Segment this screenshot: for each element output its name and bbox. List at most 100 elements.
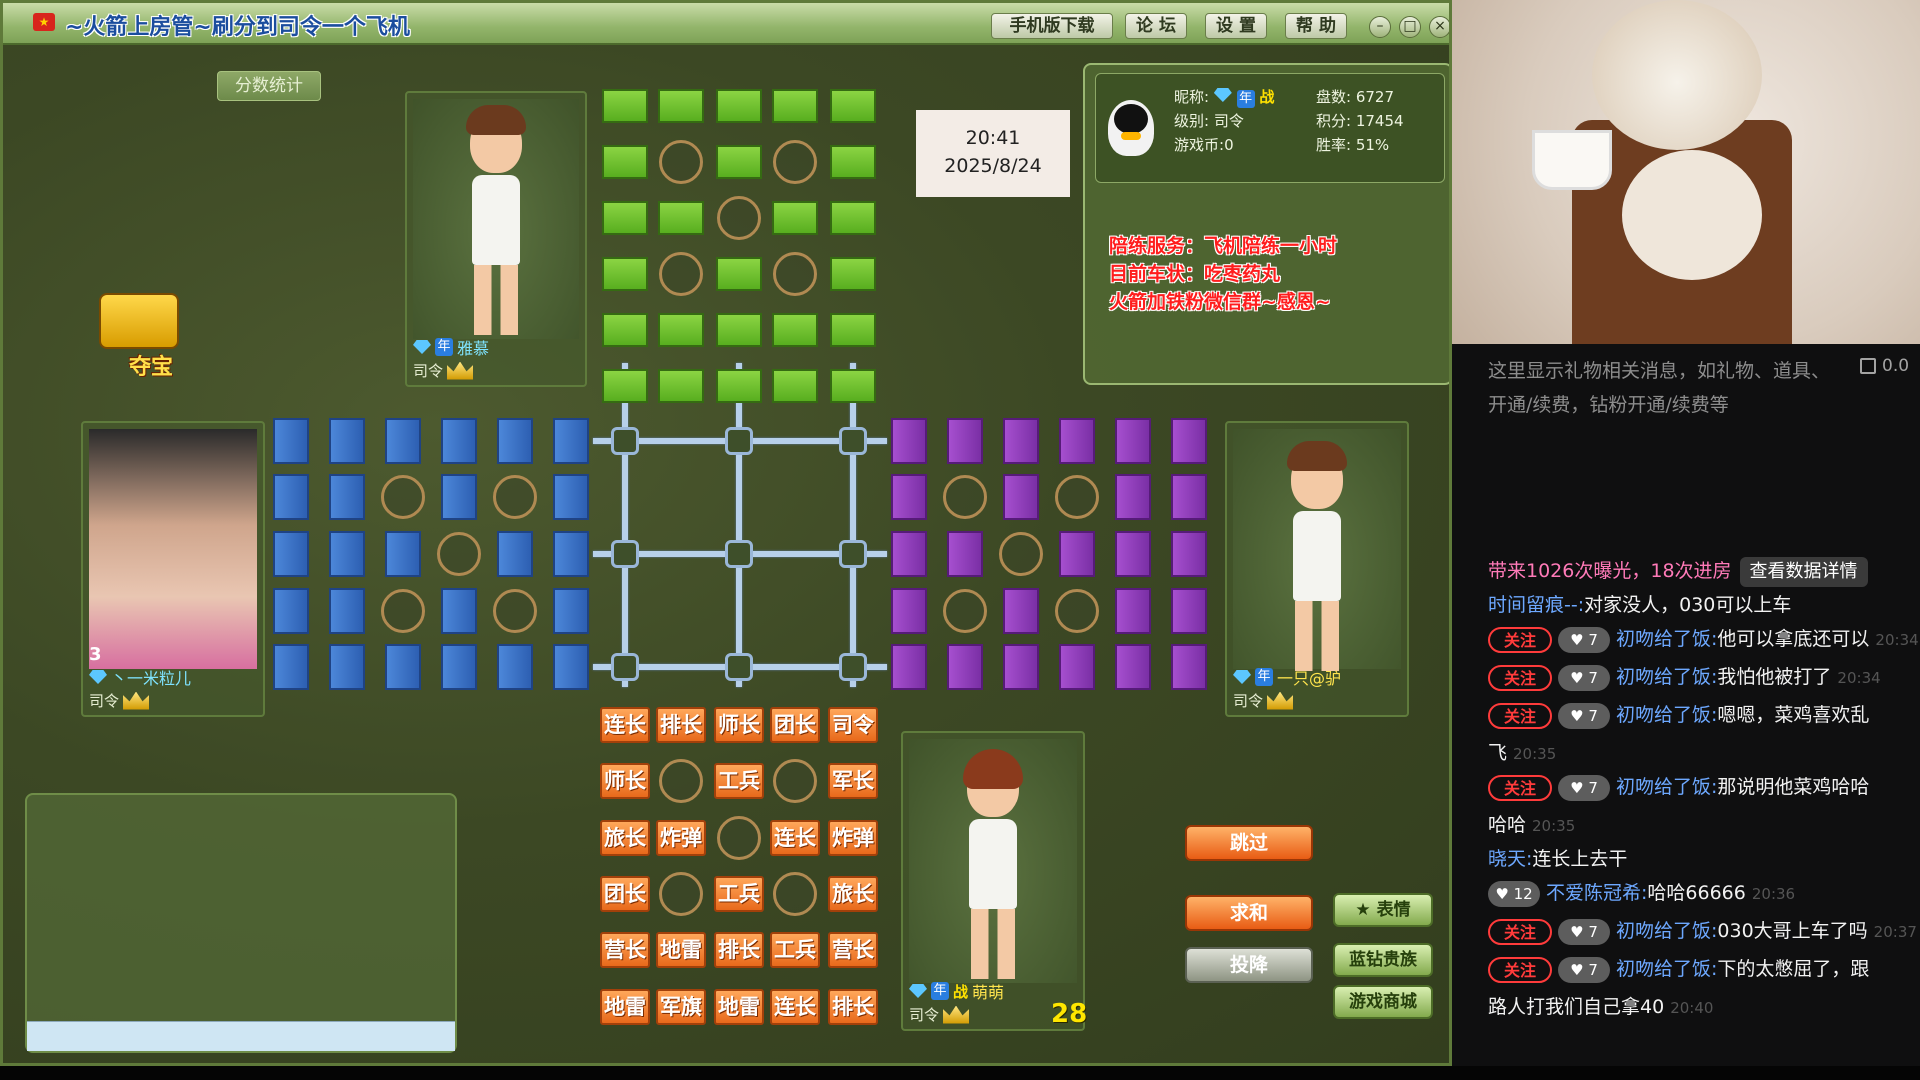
enemy-piece-blue[interactable] xyxy=(385,531,421,577)
chat-username[interactable]: 初吻给了饭: xyxy=(1616,958,1717,980)
enemy-piece-blue[interactable] xyxy=(329,531,365,577)
enemy-piece-purple[interactable] xyxy=(891,644,927,690)
camp-slot[interactable] xyxy=(437,532,481,576)
enemy-piece-purple[interactable] xyxy=(1003,588,1039,634)
camp-slot[interactable] xyxy=(717,196,761,240)
enemy-piece-green[interactable] xyxy=(658,313,704,347)
game-chat-input[interactable] xyxy=(27,1021,455,1051)
rail-node[interactable] xyxy=(839,653,867,681)
enemy-piece-green[interactable] xyxy=(830,201,876,235)
enemy-piece-green[interactable] xyxy=(658,201,704,235)
enemy-piece-green[interactable] xyxy=(830,369,876,403)
camp-slot[interactable] xyxy=(773,140,817,184)
own-piece[interactable]: 团长 xyxy=(770,707,820,743)
enemy-piece-purple[interactable] xyxy=(947,531,983,577)
chat-username[interactable]: 初吻给了饭: xyxy=(1616,666,1717,688)
own-piece[interactable]: 排长 xyxy=(714,932,764,968)
enemy-piece-blue[interactable] xyxy=(273,531,309,577)
enemy-piece-green[interactable] xyxy=(602,89,648,123)
enemy-piece-purple[interactable] xyxy=(891,474,927,520)
camp-slot[interactable] xyxy=(659,252,703,296)
chat-username[interactable]: 初吻给了饭: xyxy=(1616,776,1717,798)
enemy-piece-purple[interactable] xyxy=(1171,644,1207,690)
enemy-piece-green[interactable] xyxy=(602,369,648,403)
own-piece[interactable]: 旅长 xyxy=(828,876,878,912)
camp-slot[interactable] xyxy=(659,872,703,916)
enemy-piece-blue[interactable] xyxy=(273,418,309,464)
own-piece[interactable]: 工兵 xyxy=(714,876,764,912)
follow-button[interactable]: 关注 xyxy=(1488,626,1552,653)
enemy-piece-green[interactable] xyxy=(716,257,762,291)
follow-button[interactable]: 关注 xyxy=(1488,702,1552,729)
camp-slot[interactable] xyxy=(943,475,987,519)
camp-slot[interactable] xyxy=(1055,475,1099,519)
own-piece[interactable]: 营长 xyxy=(828,932,878,968)
own-piece[interactable]: 炸弹 xyxy=(656,820,706,856)
enemy-piece-blue[interactable] xyxy=(553,531,589,577)
enemy-piece-green[interactable] xyxy=(658,369,704,403)
rail-node[interactable] xyxy=(725,427,753,455)
own-piece[interactable]: 地雷 xyxy=(656,932,706,968)
enemy-piece-blue[interactable] xyxy=(329,418,365,464)
own-piece[interactable]: 排长 xyxy=(828,989,878,1025)
view-data-details-button[interactable]: 查看数据详情 xyxy=(1739,557,1868,587)
camp-slot[interactable] xyxy=(999,532,1043,576)
enemy-piece-purple[interactable] xyxy=(1115,474,1151,520)
enemy-piece-purple[interactable] xyxy=(1171,588,1207,634)
own-piece[interactable]: 师长 xyxy=(714,707,764,743)
camp-slot[interactable] xyxy=(773,252,817,296)
enemy-piece-purple[interactable] xyxy=(1003,418,1039,464)
enemy-piece-blue[interactable] xyxy=(385,418,421,464)
chat-username[interactable]: 时间留痕--: xyxy=(1488,594,1584,616)
enemy-piece-purple[interactable] xyxy=(891,418,927,464)
enemy-piece-purple[interactable] xyxy=(1059,644,1095,690)
camp-slot[interactable] xyxy=(659,759,703,803)
own-piece[interactable]: 连长 xyxy=(770,820,820,856)
enemy-piece-purple[interactable] xyxy=(1003,474,1039,520)
follow-button[interactable]: 关注 xyxy=(1488,918,1552,945)
enemy-piece-blue[interactable] xyxy=(553,418,589,464)
chat-username[interactable]: 初吻给了饭: xyxy=(1616,704,1717,726)
rail-node[interactable] xyxy=(611,427,639,455)
rail-node[interactable] xyxy=(725,540,753,568)
enemy-piece-purple[interactable] xyxy=(947,644,983,690)
enemy-piece-blue[interactable] xyxy=(497,644,533,690)
enemy-piece-blue[interactable] xyxy=(497,418,533,464)
enemy-piece-purple[interactable] xyxy=(891,588,927,634)
follow-button[interactable]: 关注 xyxy=(1488,956,1552,983)
own-piece[interactable]: 军旗 xyxy=(656,989,706,1025)
enemy-piece-purple[interactable] xyxy=(1115,588,1151,634)
rail-node[interactable] xyxy=(725,653,753,681)
enemy-piece-purple[interactable] xyxy=(1171,418,1207,464)
chat-username[interactable]: 初吻给了饭: xyxy=(1616,628,1717,650)
vip-button[interactable]: 蓝钻贵族 xyxy=(1333,943,1433,977)
own-piece[interactable]: 营长 xyxy=(600,932,650,968)
skip-button[interactable]: 跳过 xyxy=(1185,825,1313,861)
rail-node[interactable] xyxy=(611,540,639,568)
draw-button[interactable]: 求和 xyxy=(1185,895,1313,931)
enemy-piece-green[interactable] xyxy=(830,313,876,347)
enemy-piece-green[interactable] xyxy=(658,89,704,123)
enemy-piece-blue[interactable] xyxy=(273,644,309,690)
camp-slot[interactable] xyxy=(773,872,817,916)
enemy-piece-blue[interactable] xyxy=(329,588,365,634)
enemy-piece-purple[interactable] xyxy=(891,531,927,577)
enemy-piece-blue[interactable] xyxy=(273,588,309,634)
enemy-piece-purple[interactable] xyxy=(1059,418,1095,464)
enemy-piece-blue[interactable] xyxy=(553,474,589,520)
own-piece[interactable]: 司令 xyxy=(828,707,878,743)
enemy-piece-green[interactable] xyxy=(602,257,648,291)
own-piece[interactable]: 排长 xyxy=(656,707,706,743)
enemy-piece-purple[interactable] xyxy=(947,418,983,464)
own-piece[interactable]: 地雷 xyxy=(714,989,764,1025)
follow-button[interactable]: 关注 xyxy=(1488,774,1552,801)
enemy-piece-blue[interactable] xyxy=(273,474,309,520)
enemy-piece-blue[interactable] xyxy=(329,644,365,690)
enemy-piece-green[interactable] xyxy=(830,89,876,123)
rail-node[interactable] xyxy=(839,540,867,568)
enemy-piece-purple[interactable] xyxy=(1171,531,1207,577)
emote-button[interactable]: ★ 表情 xyxy=(1333,893,1433,927)
enemy-piece-blue[interactable] xyxy=(553,588,589,634)
own-piece[interactable]: 团长 xyxy=(600,876,650,912)
enemy-piece-green[interactable] xyxy=(602,201,648,235)
